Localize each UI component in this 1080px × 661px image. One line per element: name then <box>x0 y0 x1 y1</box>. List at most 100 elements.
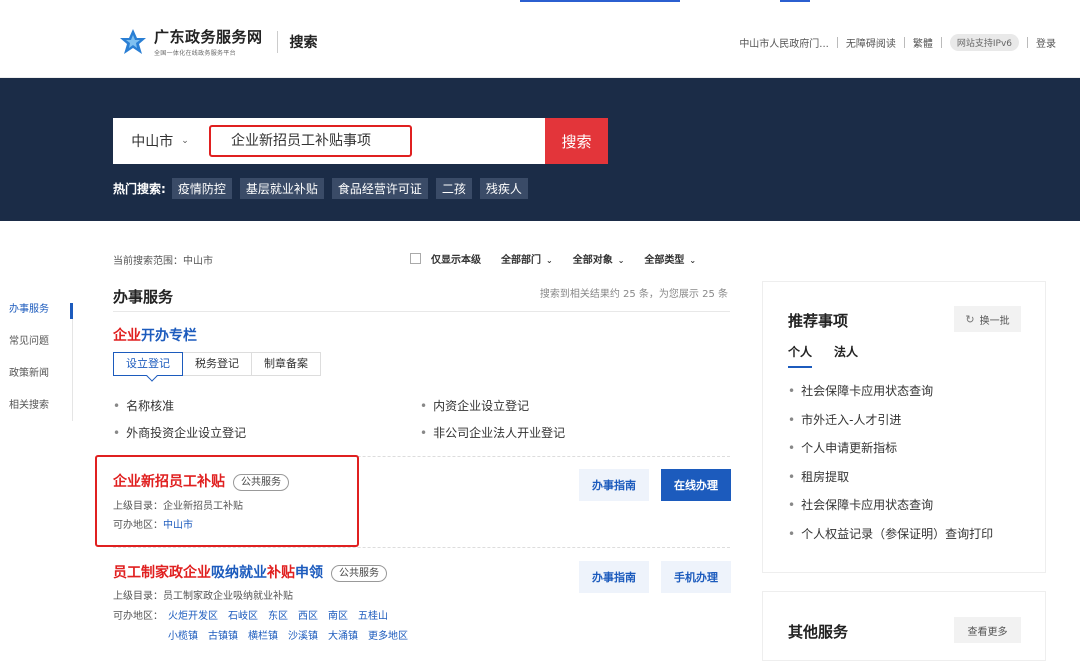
area-link[interactable]: 大涌镇 <box>328 631 358 642</box>
area-link[interactable]: 东区 <box>268 611 288 622</box>
tab-corporate[interactable]: 法人 <box>834 343 858 368</box>
online-apply-button[interactable]: 在线办理 <box>661 469 731 501</box>
result-title[interactable]: 员工制家政企业吸纳就业补贴申领 公共服务 <box>113 562 387 582</box>
page-title: 搜索 <box>289 34 318 51</box>
service-type-badge: 公共服务 <box>331 564 387 582</box>
city-select-label: 中山市 <box>131 134 174 150</box>
divider <box>1027 37 1028 48</box>
refresh-button[interactable]: ↻ 换一批 <box>954 306 1021 332</box>
logo-subtitle: 全国一体化在线政务服务平台 <box>154 50 236 57</box>
guide-button[interactable]: 办事指南 <box>579 561 649 593</box>
tab-tax-registration[interactable]: 税务登记 <box>182 352 252 376</box>
only-this-level-label: 仅显示本级 <box>431 255 481 266</box>
sidebar-item-news[interactable]: 政策新闻 <box>0 364 73 396</box>
list-item[interactable]: • 内资企业设立登记 <box>420 397 529 414</box>
sidebar-item-related[interactable]: 相关搜索 <box>0 396 73 428</box>
list-item-label: 内资企业设立登记 <box>433 399 530 413</box>
hot-tag[interactable]: 食品经营许可证 <box>331 178 428 199</box>
list-item-label: 市外迁入-人才引进 <box>801 412 902 427</box>
meta-value: 员工制家政企业吸纳就业补贴 <box>163 591 293 602</box>
top-accent-line <box>780 0 810 2</box>
list-item-label: 名称核准 <box>126 399 175 413</box>
list-item[interactable]: • 社会保障卡应用状态查询 <box>788 382 993 411</box>
result-count: 搜索到相关结果约 25 条，为您展示 25 条 <box>539 289 728 300</box>
hot-searches: 热门搜索: 疫情防控 基层就业补贴 食品经营许可证 二孩 残疾人 <box>113 178 536 199</box>
result-area: 可办地区：中山市 <box>113 516 193 531</box>
list-item[interactable]: • 外商投资企业设立登记 <box>113 424 246 441</box>
area-link[interactable]: 石岐区 <box>228 611 258 622</box>
area-link[interactable]: 南区 <box>328 611 348 622</box>
target-filter[interactable]: 全部对象 ⌄ <box>573 251 625 266</box>
accessibility-link[interactable]: 无障碍阅读 <box>846 35 896 50</box>
area-link[interactable]: 火炬开发区 <box>168 611 218 622</box>
refresh-icon: ↻ <box>965 312 975 326</box>
recommend-tabs: 个人 法人 <box>788 343 880 368</box>
chevron-down-icon: ⌄ <box>546 256 553 265</box>
list-item-label: 外商投资企业设立登记 <box>126 426 247 440</box>
login-link[interactable]: 登录 <box>1036 35 1056 50</box>
hot-tag[interactable]: 疫情防控 <box>171 178 232 199</box>
traditional-chinese-link[interactable]: 繁體 <box>913 35 933 50</box>
tab-personal[interactable]: 个人 <box>788 343 813 368</box>
tab-seal-filing[interactable]: 制章备案 <box>251 352 321 376</box>
business-start-column-title[interactable]: 企业开办专栏 <box>113 325 197 345</box>
sidebar-item-services[interactable]: 办事服务 <box>0 300 73 332</box>
list-item-label: 社会保障卡应用状态查询 <box>801 498 934 512</box>
list-item[interactable]: • 租房提取 <box>788 468 993 497</box>
result-title-text: 企业新招员工补贴 <box>113 474 225 490</box>
list-item[interactable]: • 非公司企业法人开业登记 <box>420 424 565 441</box>
chevron-down-icon: ⌄ <box>689 256 697 265</box>
result-title[interactable]: 企业新招员工补贴 公共服务 <box>113 471 289 491</box>
guide-button[interactable]: 办事指南 <box>579 469 649 501</box>
logo[interactable]: 广东政务服务网 全国一体化在线政务服务平台 搜索 <box>118 26 318 57</box>
chevron-down-icon: ⌄ <box>617 256 625 265</box>
gov-portal-link[interactable]: 中山市人民政府门... <box>739 35 829 50</box>
hot-searches-label: 热门搜索: <box>113 182 166 196</box>
divider <box>940 37 942 48</box>
type-filter[interactable]: 全部类型 ⌄ <box>644 251 696 266</box>
divider <box>903 37 905 48</box>
only-this-level-checkbox[interactable] <box>410 253 421 264</box>
area-links: 火炬开发区 石岐区 东区 西区 南区 五桂山 <box>168 607 398 622</box>
list-item-label: 个人申请更新指标 <box>801 441 898 455</box>
service-type-badge: 公共服务 <box>233 473 289 491</box>
title-part: 补贴 <box>267 565 295 581</box>
mobile-apply-button[interactable]: 手机办理 <box>661 561 731 593</box>
list-item[interactable]: • 社会保障卡应用状态查询 <box>788 496 993 525</box>
list-item[interactable]: • 个人权益记录（参保证明）查询打印 <box>788 525 993 554</box>
more-areas-link[interactable]: 更多地区 <box>368 631 408 642</box>
divider <box>113 547 730 548</box>
area-link[interactable]: 小榄镇 <box>168 631 198 642</box>
section-title: 办事服务 <box>113 288 174 306</box>
title-part: 开办专栏 <box>141 328 197 344</box>
dept-filter-label: 全部部门 <box>501 255 541 266</box>
sidebar-item-faq[interactable]: 常见问题 <box>0 332 73 364</box>
tab-registration[interactable]: 设立登记 <box>113 352 183 376</box>
area-link[interactable]: 西区 <box>298 611 318 622</box>
refresh-label: 换一批 <box>979 315 1010 327</box>
divider <box>836 37 838 48</box>
search-input[interactable]: 企业新招员工补贴事项 <box>209 125 412 157</box>
view-more-button[interactable]: 查看更多 <box>954 617 1021 643</box>
meta-label: 上级目录： <box>113 501 163 512</box>
chevron-down-icon: ⌄ <box>181 136 189 146</box>
search-button[interactable]: 搜索 <box>545 118 608 164</box>
meta-label: 上级目录： <box>113 591 163 602</box>
hot-tag[interactable]: 残疾人 <box>479 178 528 199</box>
area-link[interactable]: 古镇镇 <box>208 631 238 642</box>
area-link[interactable]: 五桂山 <box>358 611 388 622</box>
filter-bar: 仅显示本级 全部部门 ⌄ 全部对象 ⌄ 全部类型 ⌄ <box>410 251 696 266</box>
result-parent: 上级目录：企业新招员工补贴 <box>113 497 243 512</box>
area-link[interactable]: 横栏镇 <box>248 631 278 642</box>
meta-label: 可办地区： <box>113 520 163 531</box>
hot-tag[interactable]: 基层就业补贴 <box>239 178 324 199</box>
list-item[interactable]: • 名称核准 <box>113 397 174 414</box>
list-item[interactable]: • 市外迁入-人才引进 <box>788 411 993 440</box>
area-link[interactable]: 沙溪镇 <box>288 631 318 642</box>
hot-tag[interactable]: 二孩 <box>435 178 472 199</box>
list-item[interactable]: • 个人申请更新指标 <box>788 439 993 468</box>
city-select[interactable]: 中山市 ⌄ <box>113 118 207 164</box>
type-filter-label: 全部类型 <box>644 255 685 266</box>
dept-filter[interactable]: 全部部门 ⌄ <box>501 251 553 266</box>
area-link[interactable]: 中山市 <box>163 520 193 531</box>
